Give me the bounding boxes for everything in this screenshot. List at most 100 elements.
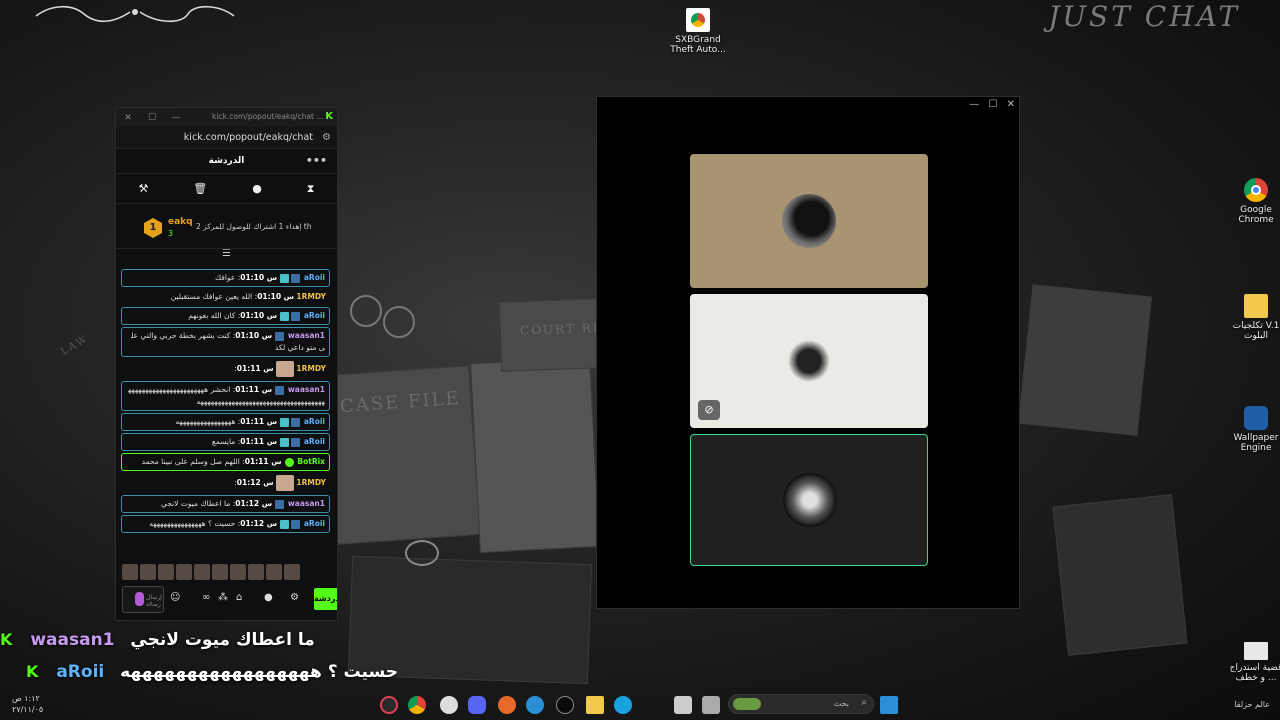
message-username[interactable]: aRoii xyxy=(304,417,325,426)
user-badge-icon xyxy=(280,311,290,321)
message-time: 01:11 س xyxy=(236,364,274,373)
app-icon[interactable] xyxy=(498,696,516,714)
emote-icon[interactable] xyxy=(122,564,138,580)
message-username[interactable]: 1RMDY xyxy=(296,364,326,373)
site-settings-icon[interactable]: ⚙ xyxy=(322,132,331,143)
store-icon[interactable]: ⌂ xyxy=(236,592,242,603)
emote-icon[interactable] xyxy=(176,564,192,580)
chat-message[interactable]: 01:11 س waasan1: انحشر ههههههههههههههههه… xyxy=(121,381,330,411)
message-username[interactable]: aRoii xyxy=(304,311,325,320)
chat-bubble-icon[interactable]: ● xyxy=(252,182,262,195)
emote-icon[interactable] xyxy=(194,564,210,580)
chat-message[interactable]: 01:11 س 1RMDY: xyxy=(121,359,330,379)
emote-bar xyxy=(122,564,332,580)
glasses-shape xyxy=(383,306,415,338)
task-view-icon[interactable] xyxy=(702,696,720,714)
message-text: حسيت ؟ هههههههههههههههه xyxy=(149,519,236,528)
taskbar-clock[interactable]: ١:١٢ ص ٢٧/١١/٠٥ xyxy=(12,693,43,715)
search-placeholder: بحث xyxy=(833,699,849,708)
message-time: 01:10 س xyxy=(257,292,295,301)
message-username[interactable]: BotRix xyxy=(297,457,325,466)
obs-icon[interactable] xyxy=(380,696,398,714)
message-username[interactable]: waasan1 xyxy=(288,499,325,508)
message-username[interactable]: aRoii xyxy=(304,437,325,446)
taskbar-search[interactable]: بحث ⌕ xyxy=(728,694,874,714)
clock-time: ١:١٢ ص xyxy=(12,694,40,703)
store-icon[interactable] xyxy=(674,696,692,714)
desktop-icon-chrome[interactable]: Google Chrome xyxy=(1224,178,1280,226)
chat-message[interactable]: 01:11 س BotRix: اللهم صل وسلم على نبينا … xyxy=(121,453,330,471)
emote-icon[interactable] xyxy=(266,564,282,580)
participant-tile-speaking[interactable] xyxy=(690,434,928,566)
trash-icon[interactable]: 🗑 xyxy=(193,182,207,195)
steam-icon[interactable] xyxy=(440,696,458,714)
chrome-icon[interactable] xyxy=(408,696,426,714)
search-highlight-icon xyxy=(733,698,761,710)
user-badge-icon xyxy=(291,273,301,283)
leader-username[interactable]: eakq xyxy=(168,217,193,227)
bg-paper xyxy=(1018,284,1152,436)
overlay-username: waasan1 xyxy=(30,630,115,650)
hammer-icon[interactable]: ⚒ xyxy=(138,182,148,195)
clock-date: ٢٧/١١/٠٥ xyxy=(12,705,44,714)
more-options-icon[interactable]: ••• xyxy=(306,154,327,167)
chat-message[interactable]: 01:12 س aRoii: حسيت ؟ هههههههههههههههه xyxy=(121,515,330,533)
folder-icon xyxy=(1244,294,1268,318)
message-username[interactable]: waasan1 xyxy=(288,331,325,340)
message-username[interactable]: aRoii xyxy=(304,519,325,528)
settings-gear-icon[interactable]: ⚙ xyxy=(290,592,299,603)
share-icon[interactable]: ⁂ xyxy=(218,592,228,603)
participant-tile[interactable] xyxy=(690,154,928,288)
send-chat-button[interactable]: دردشة xyxy=(314,588,337,610)
chat-message[interactable]: 01:11 س aRoii: مايسمع xyxy=(121,433,330,451)
emote-icon[interactable] xyxy=(158,564,174,580)
url-bar[interactable]: kick.com/popout/eakq/chat ⚙ xyxy=(116,127,337,149)
maximize-icon[interactable]: ☐ xyxy=(140,113,164,123)
file-explorer-icon[interactable] xyxy=(586,696,604,714)
chat-icon[interactable]: ● xyxy=(264,592,273,603)
chat-message[interactable]: 01:11 س aRoii: ههههههههههههههههه xyxy=(121,413,330,431)
message-username[interactable]: aRoii xyxy=(304,273,325,282)
overlay-username: aRoii xyxy=(56,662,105,682)
voice-call-window: — ☐ ✕ ⊘ xyxy=(596,96,1020,609)
browser-icon[interactable] xyxy=(526,696,544,714)
filter-icon[interactable]: ☰ xyxy=(116,249,337,261)
message-time: 01:10 س xyxy=(240,311,278,320)
minimize-icon[interactable]: — xyxy=(164,113,188,123)
chat-input-field[interactable]: إرسال رسالة xyxy=(122,586,164,613)
message-text: اللهم صل وسلم على نبينا محمد xyxy=(141,457,240,466)
emote-icon[interactable] xyxy=(230,564,246,580)
hourglass-icon[interactable]: ⧗ xyxy=(307,182,315,196)
hp-icon[interactable] xyxy=(556,696,574,714)
desktop-icon-wallpaper-engine[interactable]: Wallpaper Engine xyxy=(1224,406,1280,454)
chat-message[interactable]: 01:10 س 1RMDY: الله يعين عوافك مستقبلين xyxy=(121,289,330,305)
emote-icon[interactable] xyxy=(248,564,264,580)
edge-icon[interactable] xyxy=(614,696,632,714)
document-icon xyxy=(1244,642,1268,660)
muted-mic-icon[interactable]: ⊘ xyxy=(698,400,720,420)
chat-message[interactable]: 01:10 س aRoii: عوافك xyxy=(121,269,330,287)
emote-icon[interactable] xyxy=(212,564,228,580)
participant-tile[interactable]: ⊘ xyxy=(690,294,928,428)
desktop-icon-gta[interactable]: SXBGrand Theft Auto... xyxy=(666,8,730,56)
chat-message[interactable]: 01:10 س waasan1: كنت بشهر بخطة حربي والت… xyxy=(121,327,330,357)
message-username[interactable]: waasan1 xyxy=(288,385,325,394)
participant-avatar xyxy=(783,473,837,527)
window-controls[interactable]: — ☐ ✕ xyxy=(969,99,1015,110)
emoji-icon[interactable]: ☺ xyxy=(170,592,180,603)
link-icon[interactable]: ∞ xyxy=(202,592,210,603)
chat-message[interactable]: 01:12 س 1RMDY: xyxy=(121,473,330,493)
message-username[interactable]: 1RMDY xyxy=(296,478,326,487)
message-username[interactable]: 1RMDY xyxy=(296,292,326,301)
emote-icon[interactable] xyxy=(284,564,300,580)
mic-icon xyxy=(135,592,144,606)
chat-message[interactable]: 01:12 س waasan1: ما اعطاك ميوت لانجي xyxy=(121,495,330,513)
desktop-icon-document[interactable]: قضية استدراج ... و خطف xyxy=(1224,642,1280,684)
emote-icon[interactable] xyxy=(140,564,156,580)
close-icon[interactable]: ✕ xyxy=(116,113,140,123)
desktop-icon-folder[interactable]: تكلجيات V.1 البلوت xyxy=(1224,294,1280,342)
chat-message[interactable]: 01:10 س aRoii: كان الله بعونهم xyxy=(121,307,330,325)
windows-start-icon[interactable] xyxy=(880,696,898,714)
discord-icon[interactable] xyxy=(468,696,486,714)
mod-toolbar: ⚒ 🗑 ● ⧗ xyxy=(116,174,337,204)
